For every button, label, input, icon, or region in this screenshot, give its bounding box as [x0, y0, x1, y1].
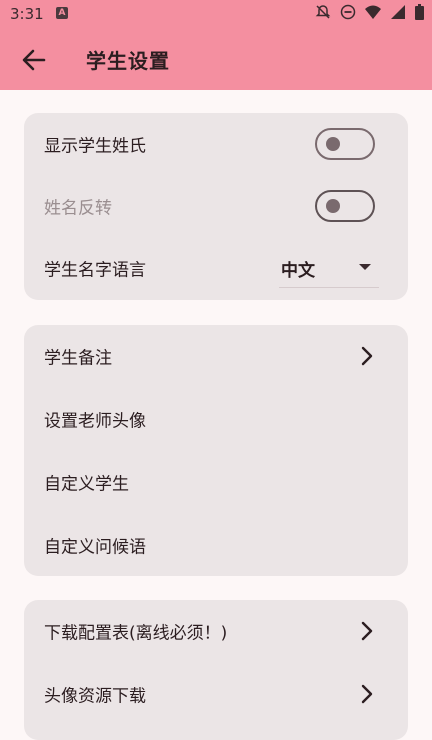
custom-student-row[interactable]: 自定义学生 [24, 451, 408, 513]
teacher-avatar-row[interactable]: 设置老师头像 [24, 388, 408, 450]
download-card: 下载配置表(离线必须！) 头像资源下载 [24, 600, 408, 740]
teacher-avatar-label: 设置老师头像 [44, 411, 146, 432]
show-surname-label: 显示学生姓氏 [44, 136, 146, 157]
display-settings-card: 显示学生姓氏 姓名反转 学生名字语言 中文 [24, 113, 408, 300]
download-config-row[interactable]: 下载配置表(离线必须！) [24, 600, 408, 662]
name-reverse-label: 姓名反转 [44, 198, 112, 219]
avatar-download-row[interactable]: 头像资源下载 [24, 663, 408, 725]
status-icons [315, 4, 424, 20]
wifi-icon [365, 4, 381, 20]
back-button[interactable] [20, 46, 48, 74]
battery-icon [415, 4, 424, 20]
toggle-knob [326, 137, 340, 151]
dropdown-value: 中文 [281, 261, 315, 281]
chevron-right-icon [361, 621, 373, 641]
customization-card: 学生备注 设置老师头像 自定义学生 自定义问候语 [24, 325, 408, 576]
avatar-download-label: 头像资源下载 [44, 686, 146, 707]
toggle-knob [326, 199, 340, 213]
dnd-icon [340, 4, 356, 20]
show-surname-toggle[interactable] [315, 128, 375, 160]
student-notes-row[interactable]: 学生备注 [24, 325, 408, 387]
signal-icon [390, 4, 406, 20]
name-language-dropdown[interactable]: 中文 [279, 247, 379, 288]
name-language-row: 学生名字语言 中文 [24, 237, 408, 299]
show-surname-row[interactable]: 显示学生姓氏 [24, 113, 408, 175]
student-notes-label: 学生备注 [44, 348, 112, 369]
name-language-label: 学生名字语言 [44, 260, 146, 281]
status-bar: 3:31 A [0, 0, 432, 28]
custom-greeting-row[interactable]: 自定义问候语 [24, 514, 408, 576]
chevron-right-icon [361, 684, 373, 704]
chevron-right-icon [361, 346, 373, 366]
caret-down-icon [359, 264, 371, 270]
custom-student-label: 自定义学生 [44, 474, 129, 495]
app-notification-icon: A [56, 7, 68, 19]
notifications-off-icon [315, 4, 331, 20]
app-bar: 学生设置 [0, 28, 432, 90]
download-config-label: 下载配置表(离线必须！) [44, 623, 228, 644]
custom-greeting-label: 自定义问候语 [44, 537, 146, 558]
name-reverse-toggle[interactable] [315, 190, 375, 222]
name-reverse-row[interactable]: 姓名反转 [24, 175, 408, 237]
status-time: 3:31 [10, 5, 44, 23]
page-title: 学生设置 [86, 49, 170, 73]
arrow-left-icon [22, 49, 46, 71]
